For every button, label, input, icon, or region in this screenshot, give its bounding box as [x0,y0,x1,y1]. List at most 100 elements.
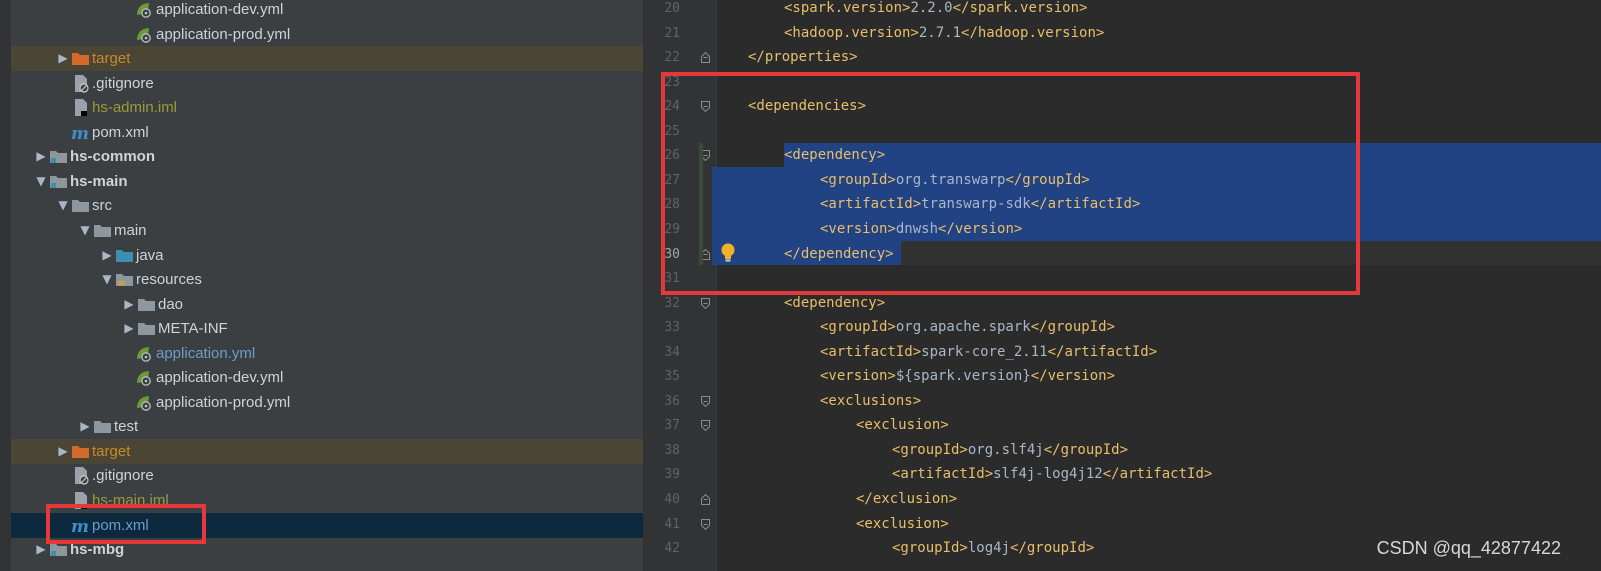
code-line[interactable]: <exclusion> [856,512,949,537]
line-number: 22 [664,50,680,66]
line-number: 42 [664,541,680,557]
line-number: 34 [664,344,680,360]
tree-item-label: application-prod.yml [156,393,291,411]
xml-tag: <artifactId> [820,343,922,360]
tree-item[interactable]: hs-admin.iml [11,95,643,120]
line-number: 40 [664,492,680,507]
tree-item[interactable]: ▶ target [11,46,643,72]
tree-item[interactable]: ▶ java [11,243,643,268]
expand-arrow-icon[interactable]: ▼ [78,218,92,243]
collapse-arrow-icon[interactable]: ▶ [100,243,114,268]
xml-text: ${spark.version} [895,368,1031,385]
xml-tag: <exclusions> [820,392,922,409]
fold-marker-icon[interactable] [701,420,710,432]
xml-tag: <spark.version> [784,0,911,16]
code-line[interactable]: <hadoop.version>2.7.1</hadoop.version> [784,21,1104,46]
fold-marker-icon[interactable] [701,518,710,530]
spring-yml-icon [134,25,153,44]
xml-tag: <exclusion> [856,515,949,532]
expand-arrow-icon[interactable]: ▼ [34,169,48,194]
xml-tag: <exclusion> [856,417,949,434]
code-line[interactable]: <groupId>org.slf4j</groupId> [892,438,1128,463]
line-number: 20 [664,1,680,16]
resources-folder-icon [115,270,134,289]
code-line[interactable]: <version>${spark.version}</version> [820,364,1115,389]
xml-text: 2.7.1 [918,24,962,41]
collapse-arrow-icon[interactable]: ▶ [122,292,136,317]
fold-marker-icon[interactable] [701,395,710,407]
tree-item[interactable]: ▶ hs-common [11,144,643,169]
xml-tag: </exclusion> [856,491,958,507]
xml-tag: </groupId> [1010,540,1095,557]
xml-tag: </hadoop.version> [961,24,1105,41]
xml-tag: <dependency> [784,294,886,311]
tree-item[interactable]: ▶ test [11,414,643,439]
folder-icon [93,417,112,436]
collapse-arrow-icon[interactable]: ▶ [78,414,92,439]
tree-item-label: main [114,221,147,239]
code-line[interactable]: <exclusions> [820,389,921,414]
tree-item[interactable]: application-dev.yml [11,365,643,390]
iml-file-icon [71,98,90,117]
collapse-arrow-icon[interactable]: ▶ [34,144,48,169]
tree-item-label: dao [158,295,184,313]
tree-item[interactable]: ▼ src [11,193,643,218]
fold-marker-icon[interactable] [701,52,710,64]
tree-item[interactable]: m pom.xml [11,120,643,145]
xml-text: slf4j-log4j12 [993,466,1103,483]
code-line[interactable]: <groupId>org.apache.spark</groupId> [820,315,1115,340]
tree-item[interactable]: application-prod.yml [11,22,643,47]
xml-tag: <groupId> [820,319,896,336]
spring-yml-icon [134,393,153,412]
tree-item-label: application.yml [156,344,256,362]
code-line[interactable]: <groupId>log4j</groupId> [892,536,1094,561]
highlight-box-pom [46,504,206,544]
xml-tag: </artifactId> [1102,466,1213,483]
tree-item[interactable]: ▼ hs-main [11,169,643,194]
ignore-file-icon [71,74,90,93]
tree-item[interactable]: application-dev.yml [11,0,643,22]
fold-marker-icon[interactable] [701,494,710,505]
collapse-arrow-icon[interactable]: ▶ [56,46,70,71]
tree-item[interactable]: application.yml [11,341,643,366]
xml-text: spark-core_2.11 [921,343,1048,360]
tree-item-label: application-dev.yml [156,369,284,387]
line-number: 38 [664,442,680,458]
tree-item[interactable]: application-prod.yml [11,390,643,415]
tree-item[interactable]: .gitignore [11,463,643,488]
spring-yml-icon [134,368,153,387]
tree-item-label: test [114,418,139,436]
code-line[interactable]: <artifactId>slf4j-log4j12</artifactId> [892,462,1212,487]
tree-item[interactable]: ▶ dao [11,292,643,317]
folder-icon [137,319,156,338]
project-tree-panel: application-dev.yml application-prod.yml ▶… [0,0,644,571]
code-line[interactable]: </properties> [748,45,858,70]
expand-arrow-icon[interactable]: ▼ [56,193,70,218]
folder-excluded-icon [71,49,90,68]
expand-arrow-icon[interactable]: ▼ [100,267,114,292]
collapse-arrow-icon[interactable]: ▶ [122,316,136,341]
tree-item-label: target [92,50,131,68]
tree-item-label: target [92,442,131,460]
code-line[interactable]: <spark.version>2.2.0</spark.version> [784,0,1087,21]
tree-item-label: src [92,197,112,215]
fold-marker-icon[interactable] [701,297,710,309]
xml-tag: </version> [1030,368,1116,385]
tree-item[interactable]: ▼ resources [11,267,643,292]
module-folder-icon [49,147,68,166]
highlight-box-dependency [661,72,1360,295]
tree-item-label: hs-admin.iml [92,99,178,117]
tree-item-label: META-INF [158,320,228,338]
tree-item[interactable]: ▼ main [11,218,643,243]
svg-text:m: m [71,124,89,142]
collapse-arrow-icon[interactable]: ▶ [56,439,70,464]
tree-item[interactable]: ▶ target [11,438,643,464]
folder-icon [71,196,90,215]
code-line[interactable]: </exclusion> [856,487,957,512]
tree-item-label: pom.xml [92,123,149,141]
tree-item[interactable]: .gitignore [11,71,643,96]
tree-item[interactable]: ▶ META-INF [11,316,643,341]
tree-item-label: resources [136,271,202,289]
code-line[interactable]: <artifactId>spark-core_2.11</artifactId> [820,340,1157,365]
code-line[interactable]: <exclusion> [856,413,949,438]
